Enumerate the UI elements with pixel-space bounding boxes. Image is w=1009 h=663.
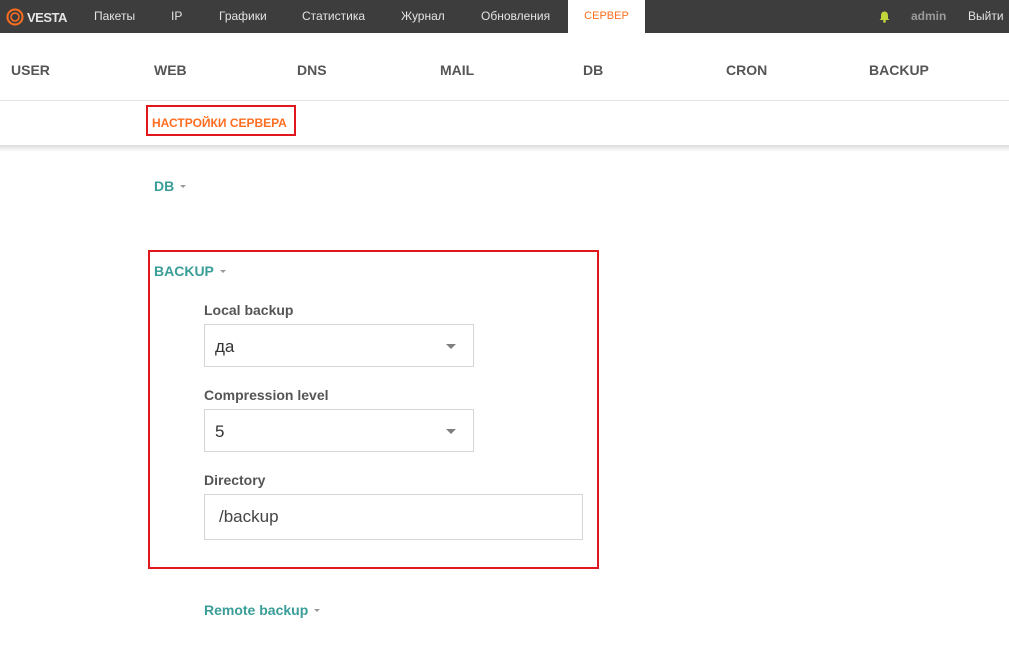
backup-section-toggle[interactable]: BACKUP: [154, 263, 226, 279]
compression-level-value: 5: [215, 422, 225, 441]
dropdown-arrow-icon: [446, 344, 456, 349]
bell-icon[interactable]: [879, 11, 890, 23]
db-section-toggle[interactable]: DB: [154, 178, 187, 194]
highlight-box-server-settings: [146, 105, 296, 136]
menu-user[interactable]: USER: [11, 62, 50, 78]
nav-packages[interactable]: Пакеты: [94, 0, 135, 33]
main-menu: USER WEB DNS MAIL DB CRON BACKUP: [0, 33, 1009, 101]
menu-web[interactable]: WEB: [154, 62, 187, 78]
nav-server-active-tab[interactable]: СЕРВЕР: [568, 0, 645, 33]
menu-mail[interactable]: MAIL: [440, 62, 474, 78]
top-bar: VESTA Пакеты IP Графики Статистика Журна…: [0, 0, 1009, 33]
directory-input-value: /backup: [219, 507, 279, 526]
compression-level-label: Compression level: [204, 387, 329, 403]
local-backup-value: да: [215, 337, 235, 356]
compression-level-select[interactable]: 5: [204, 409, 474, 452]
backup-section-title: BACKUP: [154, 263, 214, 279]
nav-statistics[interactable]: Статистика: [302, 0, 365, 33]
remote-backup-title: Remote backup: [204, 602, 309, 618]
caret-down-icon: [219, 269, 226, 273]
caret-down-icon: [314, 608, 321, 612]
directory-input[interactable]: /backup: [204, 494, 583, 540]
user-name-link[interactable]: admin: [911, 0, 946, 33]
local-backup-label: Local backup: [204, 302, 294, 318]
logout-link[interactable]: Выйти: [968, 0, 1004, 33]
nav-log[interactable]: Журнал: [401, 0, 445, 33]
db-section-title: DB: [154, 178, 175, 194]
logo-text: VESTA: [27, 9, 67, 25]
vesta-logo-icon: [6, 8, 24, 26]
remote-backup-toggle[interactable]: Remote backup: [204, 602, 321, 618]
nav-ip[interactable]: IP: [171, 0, 182, 33]
vesta-logo[interactable]: VESTA: [6, 7, 67, 27]
menu-cron[interactable]: CRON: [726, 62, 767, 78]
menu-db[interactable]: DB: [583, 62, 603, 78]
nav-updates[interactable]: Обновления: [481, 0, 550, 33]
sub-bar-shadow: [0, 145, 1009, 152]
menu-dns[interactable]: DNS: [297, 62, 327, 78]
caret-down-icon: [180, 184, 187, 188]
local-backup-select[interactable]: да: [204, 324, 474, 367]
nav-graphs[interactable]: Графики: [219, 0, 267, 33]
directory-label: Directory: [204, 472, 266, 488]
dropdown-arrow-icon: [446, 429, 456, 434]
menu-backup[interactable]: BACKUP: [869, 62, 929, 78]
